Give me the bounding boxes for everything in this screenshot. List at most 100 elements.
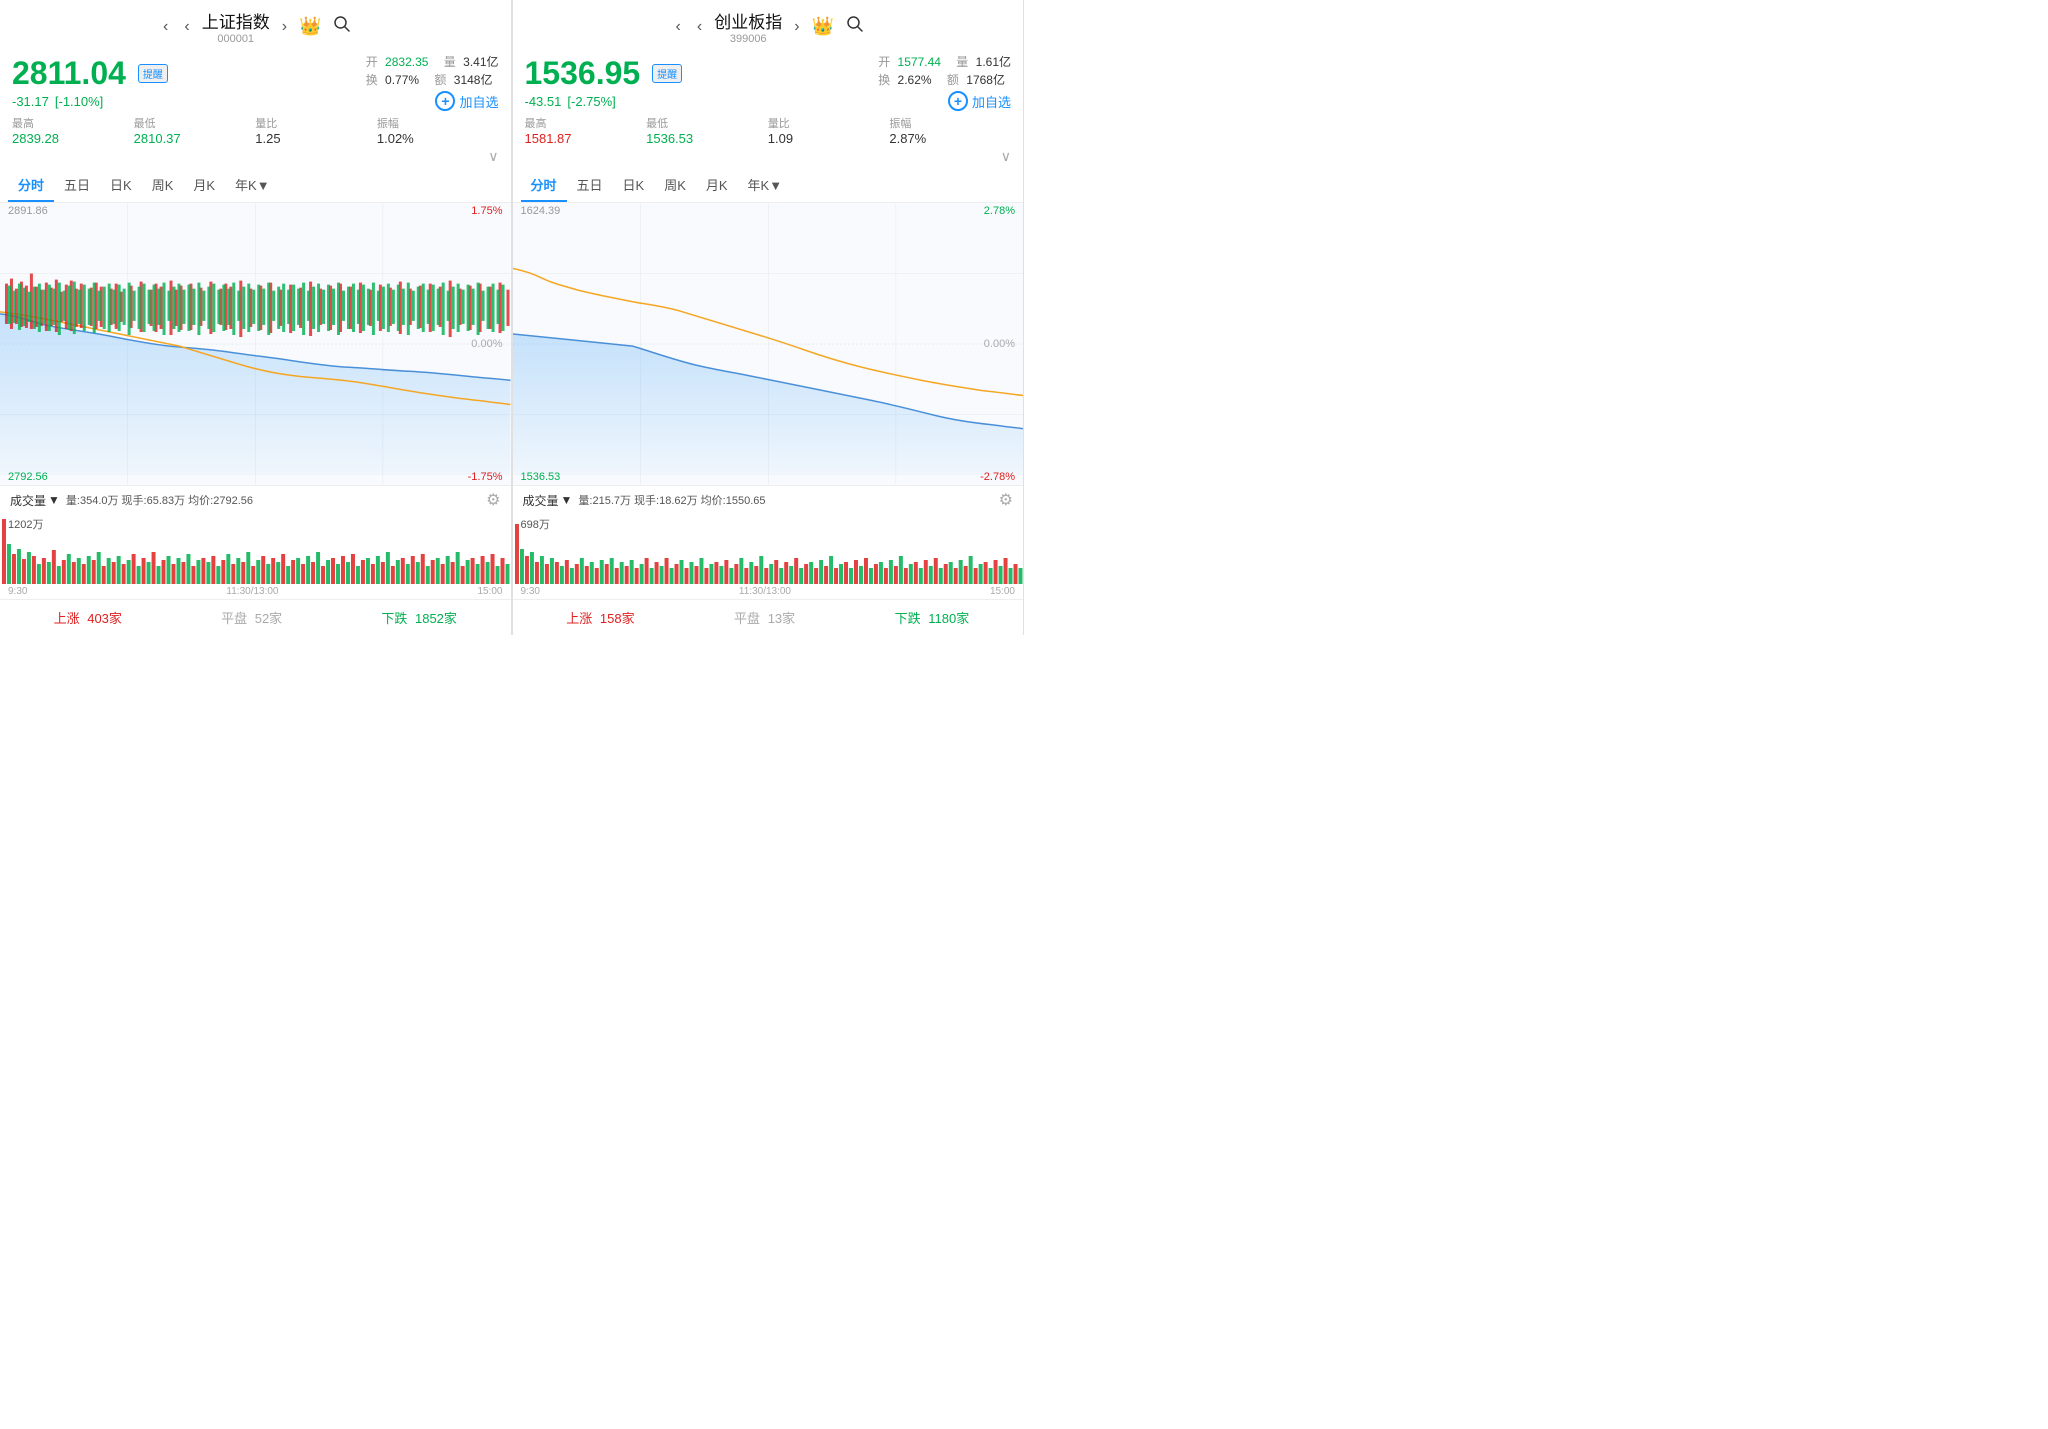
left-back-btn[interactable]: ‹ xyxy=(159,18,172,36)
left-open-label: 开 xyxy=(366,55,378,69)
right-tab-yeark[interactable]: 年K▼ xyxy=(738,169,793,202)
left-chart-top-left: 2891.86 xyxy=(8,205,48,217)
left-high-label: 最高 xyxy=(12,115,134,131)
left-tab-weekk[interactable]: 周K xyxy=(142,169,184,202)
right-price-right: 开 1577.44 量 1.61亿 换 2.62% 额 1768亿 + 加自选 xyxy=(878,53,1011,111)
left-amp-label: 振幅 xyxy=(377,115,499,131)
right-amt-label: 额 xyxy=(947,73,959,87)
left-chart-svg xyxy=(0,203,511,485)
right-down-label: 下跌 xyxy=(895,611,921,626)
left-vol-dropdown-icon: ▼ xyxy=(48,493,60,507)
right-time-axis: 9:30 11:30/13:00 15:00 xyxy=(513,584,1024,599)
left-add-self[interactable]: + 加自选 xyxy=(435,91,498,111)
right-alert-btn[interactable]: 提醒 xyxy=(652,64,682,83)
left-vol-dropdown[interactable]: 成交量 ▼ xyxy=(10,492,60,509)
left-up-stat: 上涨 403家 xyxy=(54,608,122,627)
right-add-self[interactable]: + 加自选 xyxy=(948,91,1011,111)
left-vol-val: 3.41亿 xyxy=(463,55,498,69)
right-up-stat: 上涨 158家 xyxy=(566,608,634,627)
right-price-section: 1536.95 提醒 -43.51 [-2.75%] 开 1577.44 量 1… xyxy=(513,47,1024,115)
right-price-pct: [-2.75%] xyxy=(567,94,615,109)
left-vr-val: 1.25 xyxy=(255,131,377,146)
left-tab-yeark[interactable]: 年K▼ xyxy=(225,169,280,202)
left-chart-bot-left: 2792.56 xyxy=(8,471,48,483)
left-search-icon[interactable] xyxy=(333,15,351,38)
right-time-2: 11:30/13:00 xyxy=(739,586,791,597)
right-open-label: 开 xyxy=(878,55,890,69)
right-vol-top-label: 698万 xyxy=(521,516,550,532)
left-tab-5day[interactable]: 五日 xyxy=(54,169,100,202)
left-tab-monthk[interactable]: 月K xyxy=(183,169,225,202)
left-code: 000001 xyxy=(217,33,254,45)
right-open-stat: 开 1577.44 量 1.61亿 xyxy=(878,53,1011,70)
right-time-0: 9:30 xyxy=(521,586,540,597)
right-low-val: 1536.53 xyxy=(646,131,768,146)
left-vol-label: 成交量 xyxy=(10,492,46,509)
left-tabs: 分时 五日 日K 周K 月K 年K▼ xyxy=(0,169,511,203)
left-expand[interactable]: ∨ xyxy=(377,148,499,165)
right-tab-5day[interactable]: 五日 xyxy=(567,169,613,202)
right-tab-monthk[interactable]: 月K xyxy=(696,169,738,202)
left-stat-amplitude: 振幅 1.02% xyxy=(377,115,499,146)
left-down-count: 1852家 xyxy=(415,611,457,626)
left-add-label: 加自选 xyxy=(459,92,498,111)
left-next-btn[interactable]: › xyxy=(278,18,291,36)
left-prev-btn[interactable]: ‹ xyxy=(180,18,193,36)
left-alert-btn[interactable]: 提醒 xyxy=(138,64,168,83)
left-price-pct: [-1.10%] xyxy=(55,94,103,109)
right-next-btn[interactable]: › xyxy=(790,18,803,36)
left-tab-dayk[interactable]: 日K xyxy=(100,169,142,202)
right-vol-dropdown[interactable]: 成交量 ▼ xyxy=(523,492,573,509)
right-tab-fenshi[interactable]: 分时 xyxy=(521,169,567,202)
left-vol-svg xyxy=(0,514,511,584)
right-low-label: 最低 xyxy=(646,115,768,131)
right-down-stat: 下跌 1180家 xyxy=(895,608,970,627)
right-stat-volratio: 量比 1.09 xyxy=(768,115,890,146)
right-tab-dayk[interactable]: 日K xyxy=(613,169,655,202)
left-vol-chart: 1202万 xyxy=(0,514,511,584)
right-turnover-stat: 换 2.62% 额 1768亿 xyxy=(878,71,1011,88)
left-price-row: 2811.04 提醒 -31.17 [-1.10%] 开 2832.35 量 3… xyxy=(12,53,499,111)
right-back-btn[interactable]: ‹ xyxy=(672,18,685,36)
left-flat-label: 平盘 xyxy=(221,611,247,626)
left-open-val: 2832.35 xyxy=(385,55,428,69)
left-amt-label: 额 xyxy=(434,73,446,87)
left-up-count: 403家 xyxy=(87,611,122,626)
right-amp-label: 振幅 xyxy=(889,115,1011,131)
left-title-group: 上证指数 000001 xyxy=(202,8,270,45)
left-up-label: 上涨 xyxy=(54,611,80,626)
right-vol-svg xyxy=(513,514,1024,584)
right-chart-bot-left: 1536.53 xyxy=(521,471,561,483)
left-time-axis: 9:30 11:30/13:00 15:00 xyxy=(0,584,511,599)
right-vol-val: 1.61亿 xyxy=(976,55,1011,69)
left-gear-icon[interactable]: ⚙ xyxy=(486,490,500,510)
right-title: 创业板指 xyxy=(714,8,782,33)
right-stat-amplitude: 振幅 2.87% xyxy=(889,115,1011,146)
left-crown-icon: 👑 xyxy=(299,16,321,37)
right-prev-btn[interactable]: ‹ xyxy=(693,18,706,36)
right-vol-label: 量 xyxy=(956,55,968,69)
left-tab-fenshi[interactable]: 分时 xyxy=(8,169,54,202)
right-search-icon[interactable] xyxy=(846,15,864,38)
right-chart-top-left: 1624.39 xyxy=(521,205,561,217)
right-chart-svg xyxy=(513,203,1024,485)
right-down-count: 1180家 xyxy=(928,611,969,626)
right-amp-val: 2.87% xyxy=(889,131,1011,146)
right-chart-area: 1624.39 2.78% 0.00% 1536.53 -2.78% xyxy=(513,203,1024,485)
right-tab-weekk[interactable]: 周K xyxy=(654,169,696,202)
left-down-stat: 下跌 1852家 xyxy=(381,608,457,627)
right-flat-label: 平盘 xyxy=(734,611,760,626)
left-open-stat: 开 2832.35 量 3.41亿 xyxy=(366,53,499,70)
left-expand-icon[interactable]: ∨ xyxy=(488,148,498,164)
left-flat-stat: 平盘 52家 xyxy=(221,608,282,627)
right-gear-icon[interactable]: ⚙ xyxy=(999,490,1013,510)
right-expand-icon[interactable]: ∨ xyxy=(1001,148,1011,164)
right-vr-label: 量比 xyxy=(768,115,890,131)
left-chart-mid-right: 0.00% xyxy=(471,338,502,350)
right-turn-label: 换 xyxy=(878,73,890,87)
left-panel: ‹ ‹ 上证指数 000001 › 👑 2811.04 提醒 -31.17 xyxy=(0,0,512,635)
right-price-change: -43.51 xyxy=(525,94,562,109)
left-price-left: 2811.04 提醒 -31.17 [-1.10%] xyxy=(12,55,366,109)
right-vol-stats: 量:215.7万 现手:18.62万 均价:1550.65 xyxy=(578,492,992,508)
right-expand[interactable]: ∨ xyxy=(889,148,1011,165)
